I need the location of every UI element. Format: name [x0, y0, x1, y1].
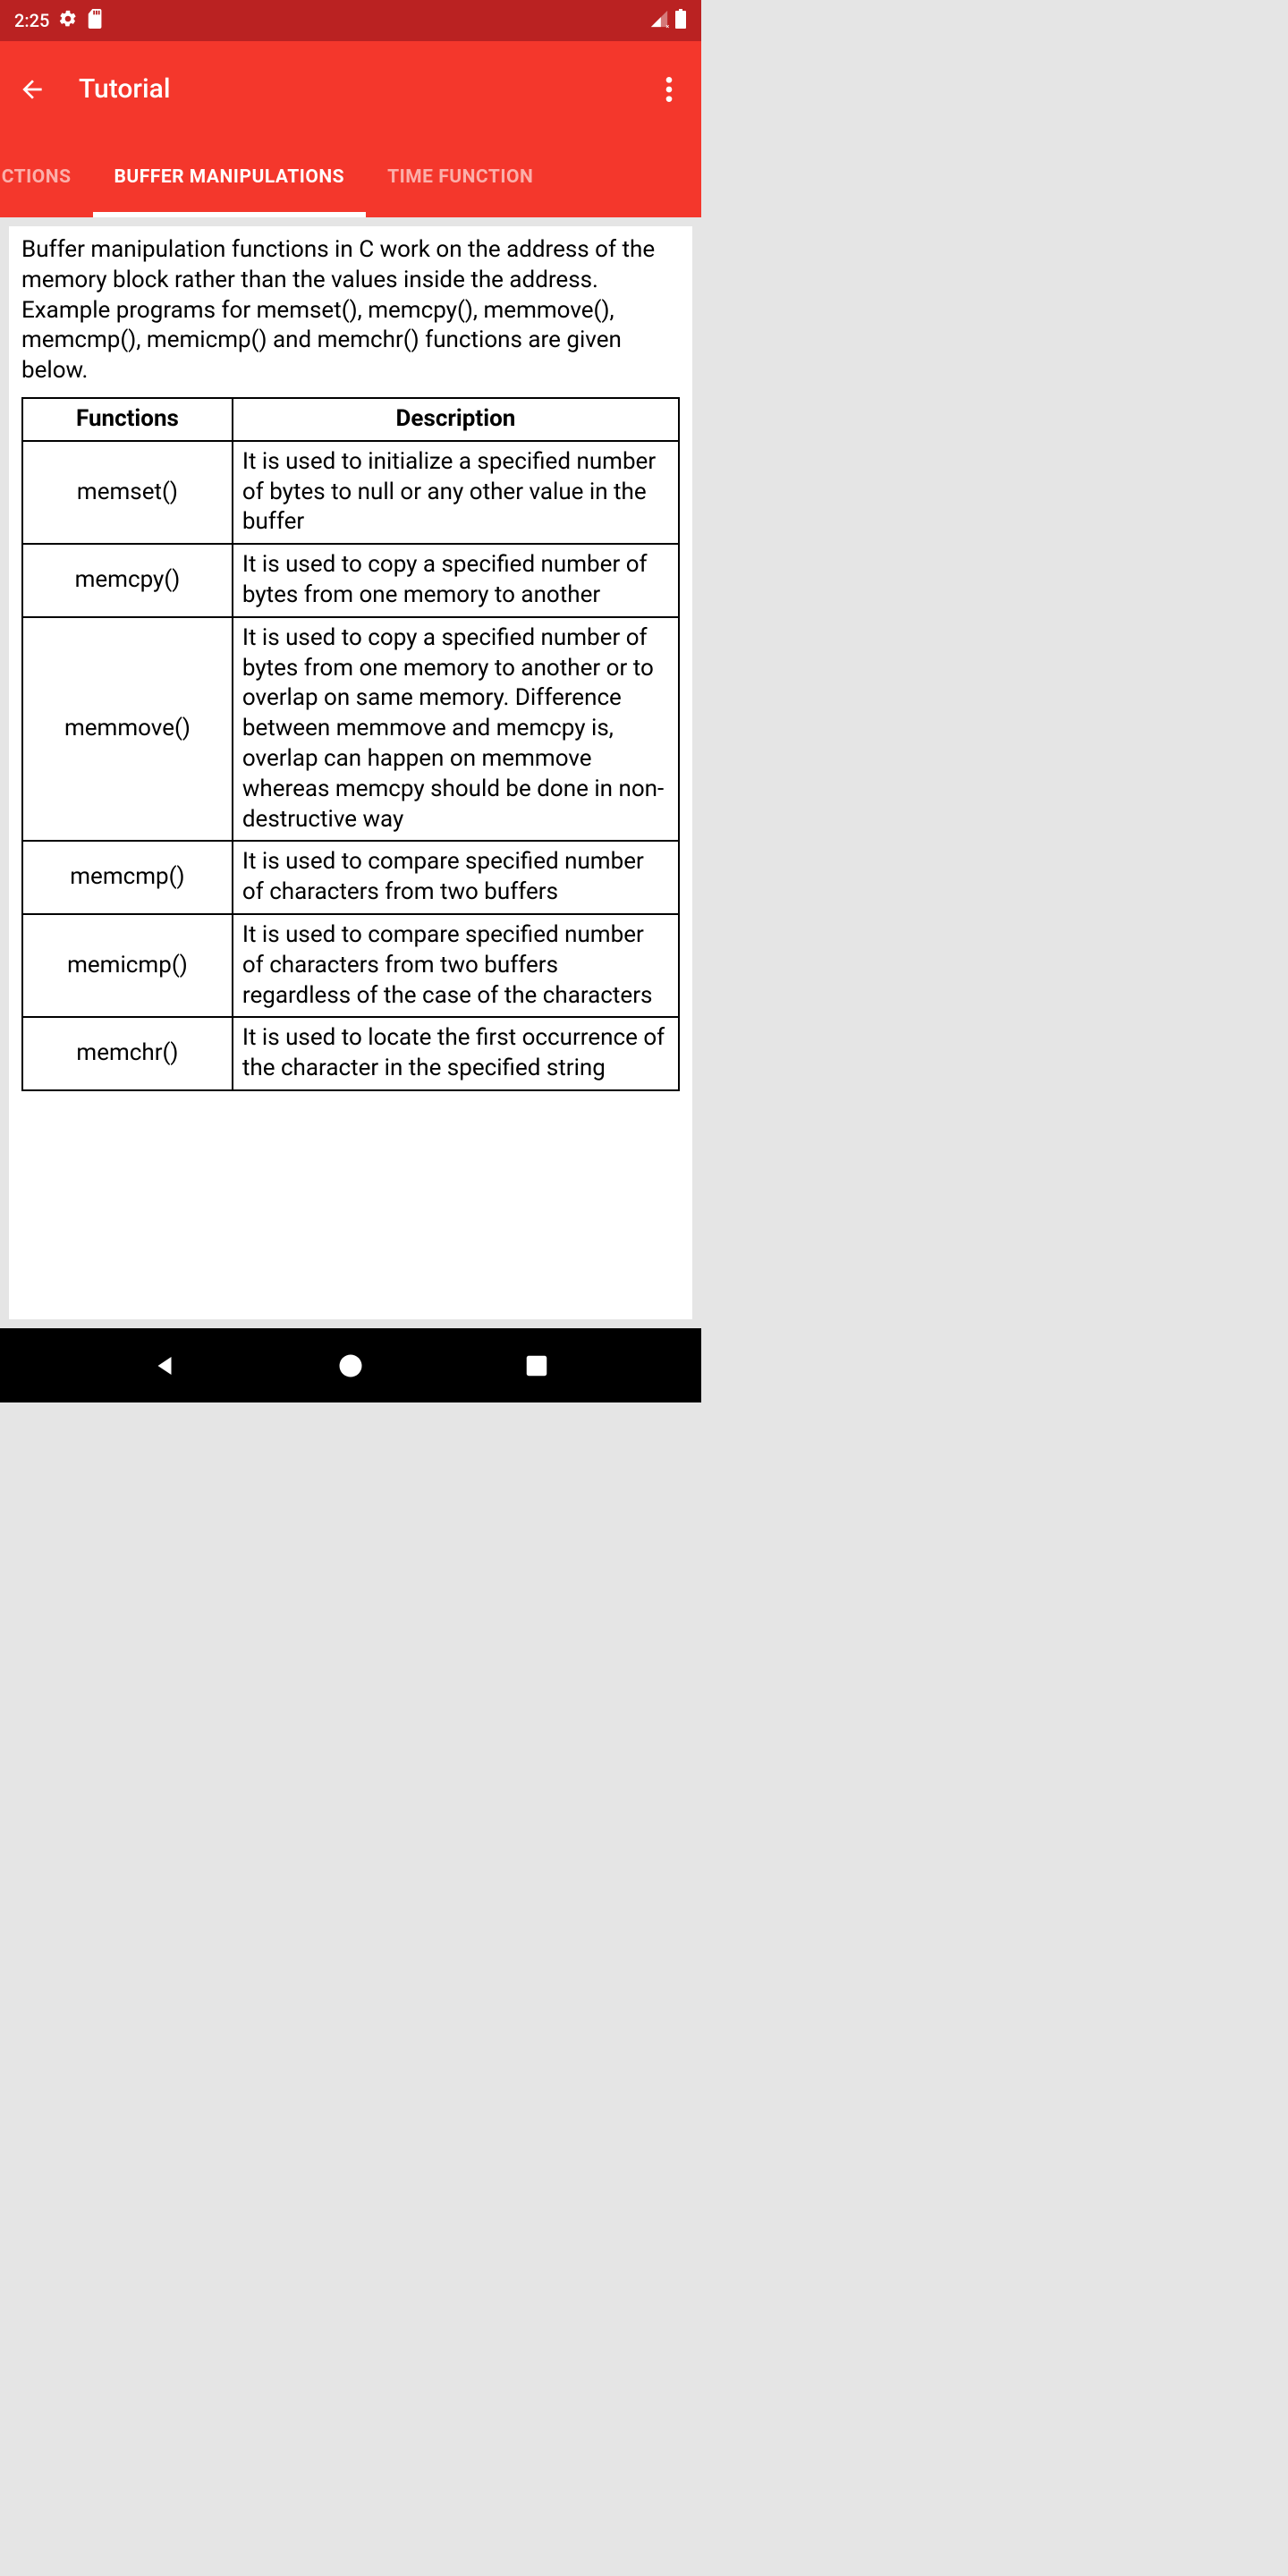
table-header-row: Functions Description [22, 398, 679, 441]
status-bar: 2:25 × [0, 0, 701, 41]
fn-name: memmove() [22, 617, 233, 842]
fn-desc: It is used to initialize a specified num… [233, 441, 679, 544]
fn-desc: It is used to copy a specified number of… [233, 544, 679, 617]
page-title: Tutorial [79, 73, 648, 105]
fn-name: memchr() [22, 1017, 233, 1090]
header-functions: Functions [22, 398, 233, 441]
table-row: memchr() It is used to locate the first … [22, 1017, 679, 1090]
content-card[interactable]: Buffer manipulation functions in C work … [9, 226, 692, 1319]
status-time: 2:25 [14, 10, 49, 31]
sd-card-icon [87, 9, 105, 33]
back-button[interactable] [11, 68, 54, 111]
app-bar: Tutorial [0, 41, 701, 137]
status-right: × [649, 9, 687, 33]
status-left: 2:25 [14, 9, 105, 33]
fn-name: memcpy() [22, 544, 233, 617]
triangle-left-icon [151, 1352, 178, 1379]
table-row: memset() It is used to initialize a spec… [22, 441, 679, 544]
fn-desc: It is used to compare specified number o… [233, 914, 679, 1017]
fn-name: memset() [22, 441, 233, 544]
tab-bar: ON FUNCTIONS BUFFER MANIPULATIONS TIME F… [0, 137, 701, 217]
signal-icon: × [649, 9, 669, 33]
arrow-left-icon [18, 75, 47, 104]
square-icon [523, 1352, 550, 1379]
table-row: memicmp() It is used to compare specifie… [22, 914, 679, 1017]
fn-desc: It is used to copy a specified number of… [233, 617, 679, 842]
table-body: memset() It is used to initialize a spec… [22, 441, 679, 1090]
fn-name: memcmp() [22, 841, 233, 914]
table-row: memcpy() It is used to copy a specified … [22, 544, 679, 617]
navigation-bar [0, 1328, 701, 1402]
tab-on-functions[interactable]: ON FUNCTIONS [0, 137, 93, 217]
nav-recent-button[interactable] [521, 1350, 553, 1382]
more-options-button[interactable] [648, 68, 691, 111]
header-description: Description [233, 398, 679, 441]
content-area: Buffer manipulation functions in C work … [0, 217, 701, 1328]
gear-icon [58, 9, 78, 33]
fn-desc: It is used to compare specified number o… [233, 841, 679, 914]
tab-time-functions[interactable]: TIME FUNCTION [366, 137, 555, 217]
more-vert-icon [665, 75, 673, 104]
table-row: memcmp() It is used to compare specified… [22, 841, 679, 914]
fn-desc: It is used to locate the first occurrenc… [233, 1017, 679, 1090]
intro-paragraph: Buffer manipulation functions in C work … [21, 235, 680, 386]
nav-home-button[interactable] [335, 1350, 367, 1382]
battery-icon [674, 9, 687, 33]
table-row: memmove() It is used to copy a specified… [22, 617, 679, 842]
nav-back-button[interactable] [148, 1350, 181, 1382]
tab-buffer-manipulations[interactable]: BUFFER MANIPULATIONS [93, 137, 367, 217]
functions-table: Functions Description memset() It is use… [21, 397, 680, 1091]
circle-icon [337, 1352, 364, 1379]
svg-text:×: × [665, 22, 669, 29]
fn-name: memicmp() [22, 914, 233, 1017]
